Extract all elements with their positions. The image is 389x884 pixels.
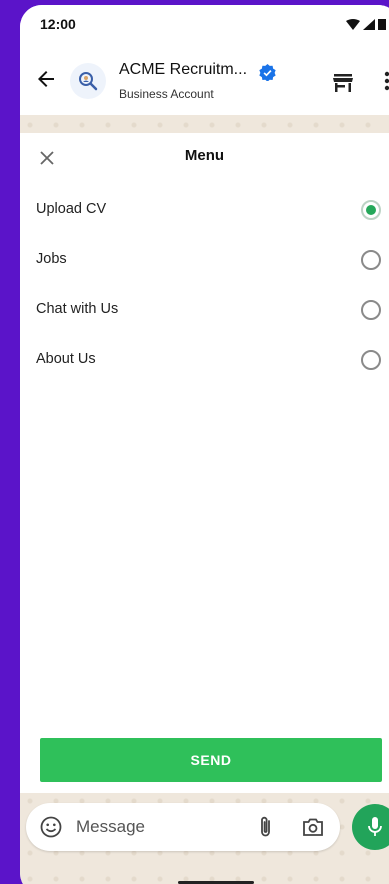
mic-icon bbox=[368, 817, 382, 836]
menu-option-label: About Us bbox=[36, 351, 96, 367]
menu-option-chat-with-us[interactable]: Chat with Us bbox=[36, 295, 381, 325]
menu-sheet: Menu Upload CV Jobs Chat with Us About U… bbox=[20, 133, 389, 793]
menu-option-jobs[interactable]: Jobs bbox=[36, 245, 381, 275]
status-bar: 12:00 bbox=[20, 5, 389, 41]
attach-icon[interactable] bbox=[258, 815, 274, 839]
radio-unselected[interactable] bbox=[361, 350, 381, 370]
status-time: 12:00 bbox=[40, 16, 76, 32]
menu-title: Menu bbox=[184, 147, 225, 164]
message-input[interactable]: Message bbox=[76, 817, 145, 837]
avatar[interactable] bbox=[70, 63, 106, 99]
signal-icon bbox=[363, 18, 375, 30]
menu-option-about-us[interactable]: About Us bbox=[36, 345, 381, 375]
more-vert-icon[interactable] bbox=[384, 71, 389, 91]
wifi-icon bbox=[346, 18, 360, 30]
menu-option-upload-cv[interactable]: Upload CV bbox=[36, 195, 381, 225]
camera-icon[interactable] bbox=[302, 816, 324, 838]
radio-unselected[interactable] bbox=[361, 250, 381, 270]
store-icon[interactable] bbox=[332, 73, 354, 93]
verified-badge-icon bbox=[259, 64, 276, 81]
radio-selected[interactable] bbox=[361, 200, 381, 220]
back-arrow-icon[interactable] bbox=[34, 67, 58, 91]
chat-header: ACME Recruitm... Business Account bbox=[20, 41, 389, 115]
chat-title[interactable]: ACME Recruitm... bbox=[119, 61, 247, 79]
menu-option-label: Upload CV bbox=[36, 201, 107, 217]
avatar-magnifier-icon bbox=[79, 72, 98, 91]
send-button[interactable]: SEND bbox=[40, 738, 382, 782]
battery-icon bbox=[378, 19, 386, 30]
menu-option-label: Chat with Us bbox=[36, 301, 119, 317]
chat-subtitle: Business Account bbox=[119, 87, 214, 101]
radio-unselected[interactable] bbox=[361, 300, 381, 320]
emoji-icon[interactable] bbox=[40, 816, 62, 838]
phone-screen: 12:00 ACME Recruitm... Business Account bbox=[20, 5, 389, 884]
status-icons bbox=[346, 18, 386, 30]
menu-option-label: Jobs bbox=[36, 251, 67, 267]
message-composer: Message bbox=[26, 803, 340, 851]
